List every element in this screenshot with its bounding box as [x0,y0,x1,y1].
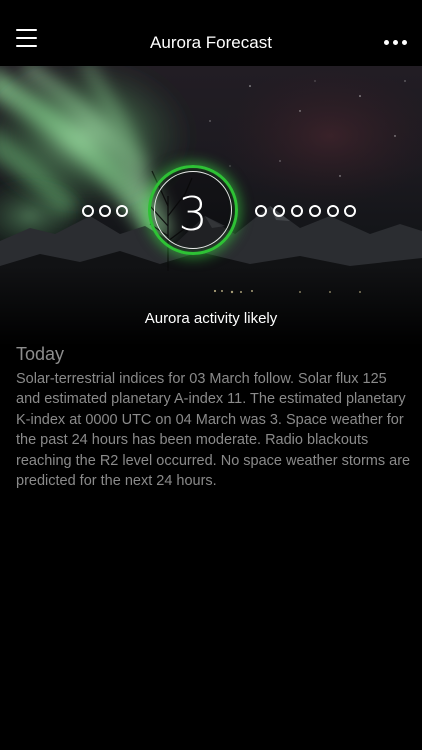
kp-level-dot [344,205,356,217]
app-title: Aurora Forecast [150,33,272,52]
kp-index-indicator: 3 [0,164,422,256]
hamburger-menu-icon [16,29,37,31]
kp-level-dot [291,205,303,217]
aurora-status-text: Aurora activity likely [144,310,278,327]
kp-level-dot [116,205,128,217]
kp-level-dot [255,205,267,217]
more-dots-icon [384,40,389,45]
more-options-button[interactable] [384,34,408,50]
kp-index-ring[interactable]: 3 [148,165,238,255]
kp-index-value: 3 [178,187,208,241]
kp-level-dot [99,205,111,217]
kp-level-dot [273,205,285,217]
forecast-description: Solar-terrestrial indices for 03 March f… [16,371,411,490]
kp-level-dot [82,205,94,217]
more-dots-icon-dot [393,40,398,45]
more-dots-icon-dot [402,40,407,45]
kp-index-inner-ring: 3 [154,171,232,249]
forecast-day-title: Today [16,344,65,364]
top-bar: Aurora Forecast [0,0,422,66]
kp-level-dot [327,205,339,217]
kp-level-dot [309,205,321,217]
